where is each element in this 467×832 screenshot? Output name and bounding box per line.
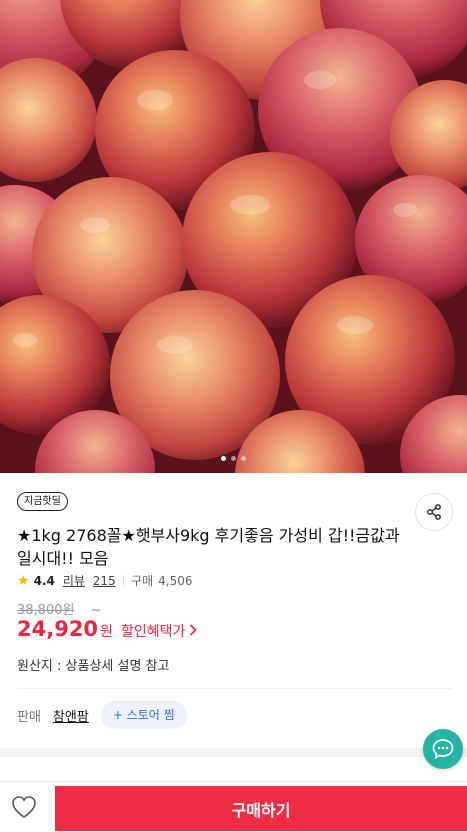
meta-divider: | [121, 575, 126, 586]
chat-icon [432, 739, 454, 760]
chat-button[interactable] [423, 729, 463, 769]
purchase-count: 4,506 [158, 573, 193, 588]
sale-price: 24,920 [17, 617, 99, 641]
pagination-dot[interactable] [241, 456, 246, 461]
pagination-dot[interactable] [231, 456, 236, 461]
image-pagination [0, 456, 467, 461]
seller-label: 판매 [17, 709, 41, 725]
section-separator [0, 748, 467, 757]
original-price: 38,800원 [17, 603, 75, 618]
origin-info: 원산지 : 상품상세 설명 참고 [17, 659, 170, 674]
purchase-label: 구매 [131, 574, 154, 588]
product-title: ★1kg 2768꼴★햇부사9kg 후기좋음 가성비 갑!!금값과일시대!! 모… [17, 526, 400, 568]
review-label: 리뷰 [62, 574, 85, 588]
rating-value: 4.4 [33, 573, 55, 588]
price-unit: 원 [100, 624, 113, 640]
review-link[interactable]: 리뷰 215 [63, 572, 116, 589]
star-icon: ★ [17, 572, 30, 589]
store-favorite-button[interactable]: + 스토어 찜 [100, 701, 187, 729]
product-meta: ★ 4.4 리뷰 215 | 구매 4,506 [17, 572, 192, 589]
price-row: 24,920 원 할인혜택가 [17, 617, 197, 641]
price-tilde: ~ [90, 603, 102, 618]
apples-image [0, 0, 467, 473]
share-icon [427, 504, 441, 520]
discount-benefit-link[interactable]: 할인혜택가 [121, 621, 185, 641]
chevron-right-icon [189, 624, 197, 640]
hot-deal-badge: 지금핫딜 [17, 492, 68, 511]
seller-row: 판매 참앤팜 + 스토어 찜 [17, 700, 187, 730]
share-button[interactable] [415, 493, 453, 531]
section-divider [17, 688, 453, 689]
buy-button[interactable]: 구매하기 [55, 786, 467, 831]
product-image[interactable] [0, 0, 467, 473]
pagination-dot[interactable] [221, 456, 226, 461]
seller-name-link[interactable]: 참앤팜 [53, 706, 89, 725]
original-price-row: 38,800원 ~ [17, 599, 102, 618]
heart-icon [12, 796, 36, 818]
review-count: 215 [92, 574, 116, 588]
wishlist-button[interactable] [10, 793, 38, 821]
